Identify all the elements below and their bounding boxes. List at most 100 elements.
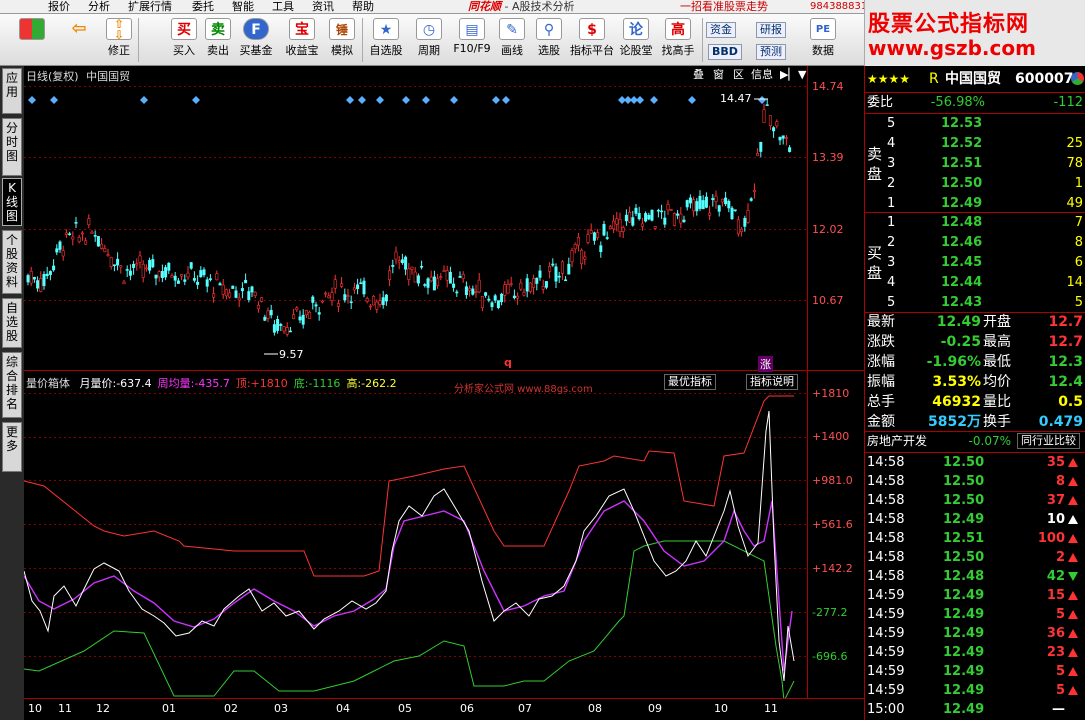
back-button[interactable]: ⇦	[62, 16, 96, 64]
menu-analysis[interactable]: 分析	[88, 0, 110, 13]
candle-body	[164, 267, 168, 278]
bbd-button[interactable]: BBD	[708, 44, 742, 60]
stat-row: 最新 12.49 开盘 12.7	[865, 313, 1085, 332]
candle-body	[452, 283, 456, 288]
layout-button[interactable]	[14, 16, 50, 64]
candle-body	[215, 273, 219, 281]
chart-header: 日线(复权) 中国国贸	[26, 68, 130, 84]
range-button[interactable]: 区	[730, 68, 747, 82]
sector-row[interactable]: 房地产开发 -0.07% 同行业比较	[865, 432, 1085, 451]
fix-button[interactable]: ⇧ ⇩ 修正	[104, 16, 134, 64]
sell-level-row[interactable]: 2 12.50 1	[865, 174, 1085, 193]
compare-button[interactable]: 同行业比较	[1017, 433, 1080, 449]
buy-level-row[interactable]: 5 12.43 5	[865, 293, 1085, 312]
buy-level-row[interactable]: 1 12.48 7	[865, 213, 1085, 232]
forum-button[interactable]: 论 论股堂	[618, 16, 654, 64]
tick-price: 12.48	[943, 569, 985, 584]
menu-news[interactable]: 资讯	[312, 0, 334, 13]
overlay-button[interactable]: 叠	[690, 68, 707, 82]
candle-body	[176, 280, 180, 284]
indicator-platform-button[interactable]: $ 指标平台	[570, 16, 614, 64]
draw-line-button[interactable]: ✎ 画线	[496, 16, 528, 64]
best-indicator-button[interactable]: 最优指标	[664, 374, 716, 390]
sell-level-row[interactable]: 3 12.51 78	[865, 154, 1085, 173]
buy-level-row[interactable]: 4 12.44 14	[865, 273, 1085, 292]
simulate-button[interactable]: 锤 模拟	[326, 16, 358, 64]
tab-kline[interactable]: K线图	[2, 178, 22, 226]
menu-quote[interactable]: 报价	[48, 0, 70, 13]
sector-name[interactable]: 房地产开发	[867, 432, 927, 451]
level-price: 12.48	[941, 215, 983, 230]
research-button[interactable]: 研报	[756, 22, 786, 38]
tick-row: 15:00 12.49 —	[865, 700, 1085, 719]
menu-help[interactable]: 帮助	[352, 0, 374, 13]
tick-row: 14:58 12.50 35	[865, 453, 1085, 472]
tick-row: 14:59 12.49 5	[865, 681, 1085, 700]
tab-watchlist[interactable]: 自选股	[2, 298, 22, 348]
menu-tools[interactable]: 工具	[272, 0, 294, 13]
tick-row: 14:59 12.49 5	[865, 662, 1085, 681]
income-button[interactable]: 宝 收益宝	[282, 16, 322, 64]
candle-body	[762, 109, 766, 123]
clock-icon: ◷	[416, 18, 442, 40]
tab-ranking[interactable]: 综合排名	[2, 352, 22, 418]
stock-header: ★★★★ R 中国国贸 600007	[865, 68, 1085, 90]
candle-body	[212, 293, 216, 298]
candle-body	[276, 319, 280, 331]
info-button[interactable]: 信息	[748, 68, 776, 82]
candle-body	[480, 295, 484, 309]
candle-body	[125, 269, 129, 271]
candle-body	[784, 137, 788, 139]
candle-body	[196, 281, 200, 285]
find-expert-button[interactable]: 高 找高手	[658, 16, 698, 64]
x-tick: 02	[224, 702, 238, 715]
window-button[interactable]: 窗	[710, 68, 727, 82]
candle-body	[253, 291, 257, 296]
candle-body	[448, 271, 452, 284]
buy-level-row[interactable]: 2 12.46 8	[865, 233, 1085, 252]
tick-direction	[1065, 624, 1078, 643]
candle-body	[669, 209, 673, 211]
tick-price: 12.49	[943, 683, 985, 698]
tab-intraday[interactable]: 分时图	[2, 118, 22, 176]
sell-level-row[interactable]: 4 12.52 25	[865, 134, 1085, 153]
play-icon[interactable]: ▶▏	[780, 68, 797, 81]
f10-button[interactable]: ▤ F10/F9	[450, 16, 494, 64]
buy-button[interactable]: 买 买入	[168, 16, 200, 64]
fund-button[interactable]: 资金	[706, 22, 736, 38]
wei-bi-label: 委比	[867, 95, 894, 110]
chevron-down-icon[interactable]: ▼	[798, 68, 806, 81]
buy-level-row[interactable]: 3 12.45 6	[865, 253, 1085, 272]
sell-level-row[interactable]: 5 12.53	[865, 114, 1085, 133]
candle-body	[144, 267, 148, 270]
stock-pick-button[interactable]: ⚲ 选股	[532, 16, 566, 64]
menu-smart[interactable]: 智能	[232, 0, 254, 13]
tick-time: 14:59	[867, 607, 905, 622]
tick-row: 14:58 12.48 42	[865, 567, 1085, 586]
candle-body	[640, 223, 644, 227]
data-button[interactable]: PE 数据	[806, 16, 840, 64]
pie-chart-icon[interactable]	[1071, 72, 1084, 85]
menu-extended[interactable]: 扩展行情	[128, 0, 172, 13]
promo-link[interactable]: 一招看准股票走势	[680, 0, 768, 13]
forecast-button[interactable]: 预测	[756, 44, 786, 60]
candle-body	[170, 275, 174, 278]
kline-chart[interactable]	[24, 66, 864, 371]
tab-more[interactable]: 更多	[2, 422, 22, 472]
arrow-up-icon	[1068, 686, 1078, 695]
arrow-up-icon	[1068, 515, 1078, 524]
stat-label: 总手	[867, 394, 895, 410]
watchlist-button[interactable]: ★ 自选股	[366, 16, 406, 64]
indicator-help-button[interactable]: 指标说明	[746, 374, 798, 390]
sell-level-row[interactable]: 1 12.49 49	[865, 194, 1085, 213]
phone-number: 984388831	[810, 1, 868, 12]
indicator-chart[interactable]	[24, 371, 864, 698]
period-button[interactable]: ◷ 周期	[412, 16, 446, 64]
tab-stock-profile[interactable]: 个股资料	[2, 230, 22, 294]
sell-button[interactable]: 卖 卖出	[202, 16, 234, 64]
tick-time: 14:58	[867, 569, 905, 584]
x-axis	[24, 698, 864, 720]
menu-trade[interactable]: 委托	[192, 0, 214, 13]
buy-fund-button[interactable]: F 买基金	[236, 16, 276, 64]
tab-apps[interactable]: 应用	[2, 68, 22, 114]
